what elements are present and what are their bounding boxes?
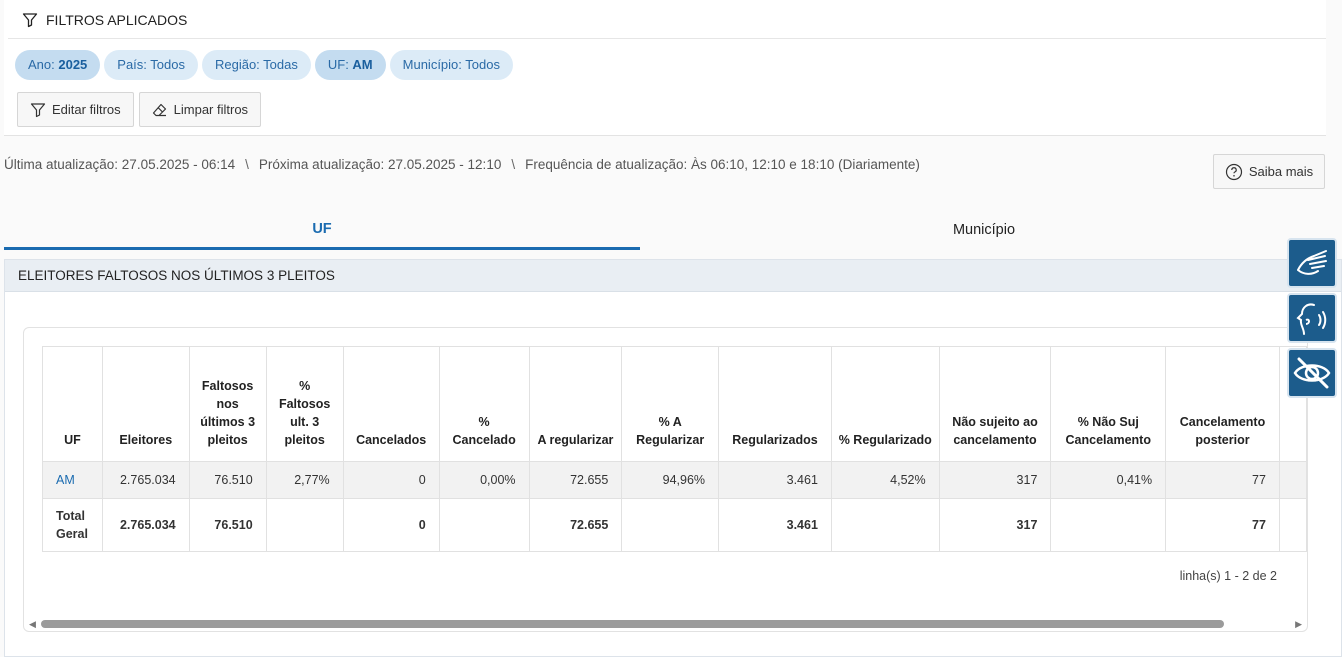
filter-icon (22, 13, 38, 28)
table-header-row: UF Eleitores Faltosos nos últimos 3 plei… (42, 346, 1307, 462)
table-cell (1050, 498, 1167, 552)
filter-buttons: Editar filtros Limpar filtros (17, 92, 262, 127)
table-cell: 76.510 (188, 498, 267, 552)
sign-language-icon (1297, 250, 1327, 275)
table-cell-filler (1278, 498, 1307, 552)
chip-pais[interactable]: País: Todos (104, 50, 198, 80)
chip-municipio[interactable]: Município: Todos (389, 50, 513, 80)
column-header[interactable]: Cancelados (342, 346, 440, 462)
separator: \ (245, 157, 249, 172)
scroll-left-icon[interactable]: ◀ (29, 619, 36, 630)
clear-filters-button[interactable]: Limpar filtros (138, 92, 262, 127)
chip-regiao[interactable]: Região: Todas (201, 50, 311, 80)
table-cell: 72.655 (528, 461, 623, 499)
column-header[interactable]: Não sujeito ao cancelamento (938, 346, 1052, 462)
filter-icon (30, 102, 46, 117)
chip-uf[interactable]: UF: AM (314, 50, 386, 80)
column-header[interactable]: UF (42, 346, 103, 462)
column-header[interactable]: Regularizados (718, 346, 832, 462)
column-header[interactable]: % Regularizado (830, 346, 940, 462)
help-icon (1225, 163, 1242, 180)
help-button[interactable]: Saiba mais (1213, 154, 1325, 189)
table-card: UF Eleitores Faltosos nos últimos 3 plei… (23, 327, 1308, 632)
total-label: Total Geral (42, 498, 103, 552)
eye-slash-icon (1293, 357, 1331, 389)
uf-link[interactable]: AM (42, 461, 103, 499)
column-header[interactable]: % Não Suj Cancelamento (1050, 346, 1167, 462)
column-header[interactable]: % A Regularizar (621, 346, 720, 462)
table-cell: 94,96% (621, 461, 720, 499)
filters-header: FILTROS APLICADOS (22, 12, 187, 28)
table-row: AM 2.765.034 76.510 2,77% 0 0,00% 72.655… (42, 461, 1307, 499)
table-cell: 2,77% (265, 461, 344, 499)
table-cell: 0 (342, 461, 440, 499)
audio-reader-button[interactable] (1287, 293, 1337, 343)
divider (4, 135, 1326, 136)
table-cell: 3.461 (718, 498, 832, 552)
column-header[interactable]: Eleitores (101, 346, 190, 462)
table-total-row: Total Geral 2.765.034 76.510 0 72.655 3.… (42, 498, 1307, 552)
update-info: Última atualização: 27.05.2025 - 06:14 \ P… (4, 157, 920, 172)
column-header[interactable]: A regularizar (528, 346, 623, 462)
high-contrast-button[interactable] (1287, 348, 1337, 398)
tabs: UF Município (4, 210, 1326, 252)
column-header[interactable]: Cancelamento posterior (1165, 346, 1280, 462)
last-update: Última atualização: 27.05.2025 - 06:14 (4, 157, 236, 172)
table-cell: 3.461 (718, 461, 832, 499)
filters-title: FILTROS APLICADOS (46, 12, 188, 28)
scroll-right-icon[interactable]: ▶ (1295, 619, 1302, 630)
separator: \ (511, 157, 516, 172)
table-cell-filler (1278, 461, 1307, 499)
divider (8, 38, 1326, 39)
filter-chips: Ano: 2025 País: Todos Região: Todas UF: … (15, 50, 513, 80)
column-header[interactable]: % Cancelado (438, 346, 530, 462)
next-update: Próxima atualização: 27.05.2025 - 12:10 (258, 157, 502, 172)
table-cell: 2.765.034 (101, 461, 190, 499)
table-cell: 4,52% (830, 461, 940, 499)
filters-panel: FILTROS APLICADOS Ano: 2025 País: Todos … (4, 0, 1326, 135)
table-cell: 317 (938, 498, 1052, 552)
report-section: ELEITORES FALTOSOS NOS ÚLTIMOS 3 PLEITOS… (4, 259, 1342, 657)
table-cell: 77 (1165, 461, 1280, 499)
table-cell: 0,41% (1050, 461, 1167, 499)
table-cell (438, 498, 530, 552)
sign-language-button[interactable] (1287, 238, 1337, 288)
table-cell: 77 (1165, 498, 1280, 552)
data-table: UF Eleitores Faltosos nos últimos 3 plei… (42, 346, 1307, 552)
chip-ano[interactable]: Ano: 2025 (15, 50, 101, 80)
table-cell (265, 498, 344, 552)
table-cell: 0,00% (438, 461, 530, 499)
scrollbar-thumb[interactable] (41, 620, 1224, 628)
table-cell: 72.655 (528, 498, 623, 552)
table-cell: 0 (342, 498, 440, 552)
edit-filters-button[interactable]: Editar filtros (17, 92, 134, 127)
horizontal-scrollbar[interactable]: ◀ ▶ (24, 617, 1307, 631)
speaking-head-icon (1296, 303, 1327, 335)
tab-uf[interactable]: UF (4, 210, 640, 250)
table-cell (830, 498, 940, 552)
update-frequency: Frequência de atualização: Às 06:10, 12:… (525, 157, 920, 172)
table-cell: 76.510 (188, 461, 267, 499)
table-cell (621, 498, 720, 552)
eraser-icon (152, 103, 166, 116)
tab-municipio[interactable]: Município (664, 210, 1304, 250)
column-header[interactable]: Faltosos nos últimos 3 pleitos (188, 346, 267, 462)
table-cell: 317 (938, 461, 1052, 499)
column-header[interactable]: % Faltosos ult. 3 pleitos (265, 346, 344, 462)
pagination-info: linha(s) 1 - 2 de 2 (1179, 569, 1277, 583)
table-cell: 2.765.034 (101, 498, 190, 552)
section-title: ELEITORES FALTOSOS NOS ÚLTIMOS 3 PLEITOS (5, 260, 1341, 292)
